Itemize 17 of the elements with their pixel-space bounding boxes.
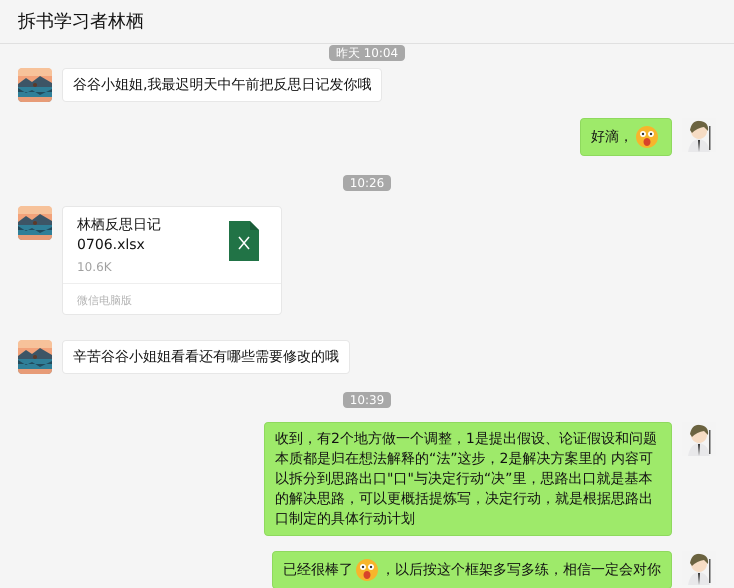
message-text: 谷谷小姐姐,我最迟明天中午前把反思日记发你哦 [73, 77, 372, 93]
message-text: 收到，有2个地方做一个调整，1是提出假设、论证假设和问题本质都是归在想法解释的“法”这步，2是解决方案里的 内容可以拆分到思路出口"口"与决定行动“决”里，思路出口就是基本的解决思路，可以更概括提炼写，决定行动，就是根据思路出口制定的具体行动计划 [275, 431, 657, 527]
spreadsheet-file-icon [229, 221, 259, 261]
file-name: 林栖反思日记0706.xlsx [77, 216, 162, 255]
file-card[interactable]: 林栖反思日记0706.xlsx 10.6K 微信电脑版 [62, 206, 282, 315]
file-source: 微信电脑版 [77, 294, 132, 307]
timestamp: 10:26 [342, 175, 392, 191]
timestamp: 10:39 [342, 392, 392, 408]
message-text: ，以后按这个框架多写多练，相信一定会对你 [381, 562, 661, 578]
message-text: 辛苦谷谷小姐姐看看还有哪些需要修改的哦 [73, 349, 339, 365]
emoji-icon [635, 125, 659, 149]
message-text: 好滴， [591, 128, 633, 145]
emoji-icon [355, 558, 379, 582]
message-text: 已经很棒了 [283, 562, 353, 578]
file-size: 10.6K [77, 259, 113, 276]
timestamp: 昨天 10:04 [328, 45, 406, 61]
window-title: 拆书学习者林栖 [18, 10, 144, 34]
